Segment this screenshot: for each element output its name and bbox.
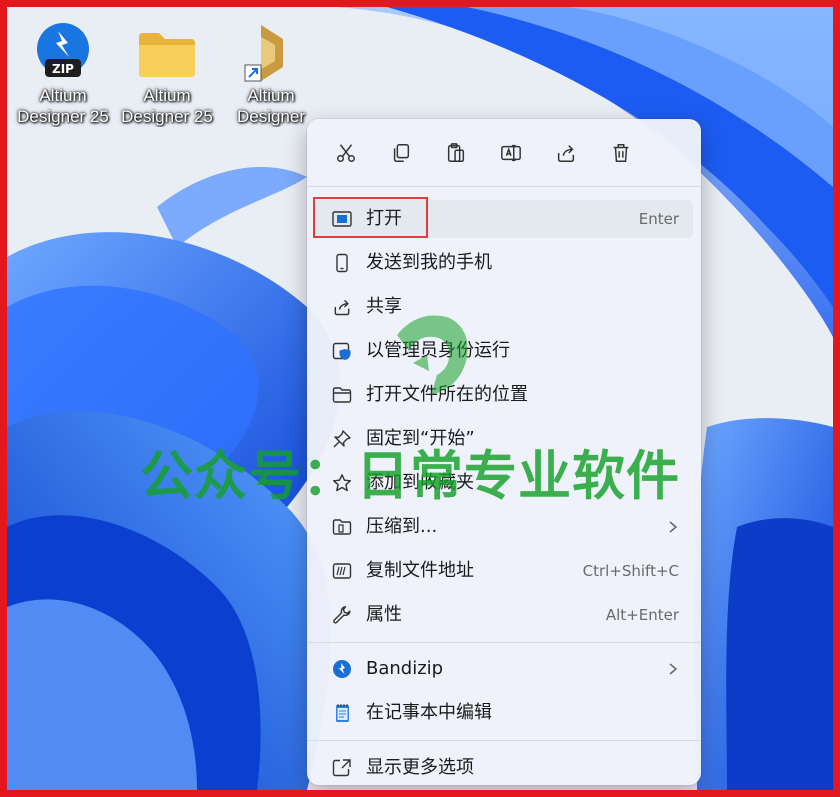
share-icon[interactable] (548, 135, 584, 171)
menu-item-label: 发送到我的手机 (366, 252, 492, 273)
desktop-icon-label: Designer 25 (121, 107, 213, 126)
desktop-icon-altium-zip[interactable]: ZIP Altium Designer 25 (11, 21, 115, 127)
menu-item-label: 显示更多选项 (366, 757, 474, 778)
menu-item-label: 在记事本中编辑 (366, 702, 492, 723)
menu-item-copy-as-path[interactable]: 复制文件地址 Ctrl+Shift+C (315, 552, 693, 590)
menu-divider (307, 642, 701, 643)
rename-icon[interactable] (493, 135, 529, 171)
menu-item-shortcut: Enter (638, 210, 679, 228)
desktop-icon-altium-folder[interactable]: Altium Designer 25 (115, 21, 219, 127)
desktop-icon-altium-shortcut[interactable]: Altium Designer (219, 21, 323, 127)
folder-outline-icon (331, 384, 353, 406)
altium-logo-icon (239, 21, 303, 85)
menu-divider (307, 740, 701, 741)
share-icon (331, 296, 353, 318)
menu-item-show-more-options[interactable]: 显示更多选项 (315, 749, 693, 787)
menu-item-shortcut: Alt+Enter (605, 606, 679, 624)
delete-icon[interactable] (603, 135, 639, 171)
phone-icon (331, 252, 353, 274)
wrench-icon (331, 604, 353, 626)
toolbar-divider (307, 186, 701, 187)
menu-item-label: 复制文件地址 (366, 560, 474, 581)
copy-icon[interactable] (383, 135, 419, 171)
watermark-text: 公众号：日常专业软件 (140, 446, 680, 507)
paste-icon[interactable] (438, 135, 474, 171)
watermark-logo-icon (397, 315, 468, 395)
menu-item-open-file-location[interactable]: 打开文件所在的位置 (315, 376, 693, 414)
menu-item-send-to-phone[interactable]: 发送到我的手机 (315, 244, 693, 282)
menu-item-label: Bandizip (366, 658, 444, 679)
menu-item-share[interactable]: 共享 (315, 288, 693, 326)
context-menu-toolbar (307, 119, 701, 181)
notepad-icon (331, 702, 353, 724)
folder-icon (135, 21, 199, 85)
menu-item-bandizip[interactable]: Bandizip (315, 650, 693, 688)
zip-archive-icon: ZIP (31, 21, 95, 85)
menu-item-shortcut: Ctrl+Shift+C (582, 562, 679, 580)
desktop-icon-label: Altium (143, 86, 191, 105)
zip-folder-icon (331, 516, 353, 538)
menu-item-label: 压缩到... (366, 516, 438, 537)
chevron-right-icon (669, 663, 678, 675)
copy-path-icon (331, 560, 353, 582)
more-options-icon (331, 757, 353, 779)
menu-item-edit-in-notepad[interactable]: 在记事本中编辑 (315, 694, 693, 732)
menu-item-compress-to[interactable]: 压缩到... (315, 508, 693, 546)
desktop-icon-label: Altium (39, 86, 87, 105)
cut-icon[interactable] (328, 135, 364, 171)
annotation-highlight-box (313, 197, 428, 238)
desktop-icon-label: Designer 25 (17, 107, 109, 126)
menu-item-properties[interactable]: 属性 Alt+Enter (315, 596, 693, 634)
svg-text:ZIP: ZIP (52, 62, 74, 76)
chevron-right-icon (669, 521, 678, 533)
bandizip-icon (331, 658, 353, 680)
menu-item-run-as-admin[interactable]: 以管理员身份运行 (315, 332, 693, 370)
desktop-icon-label: Altium (247, 86, 295, 105)
admin-shield-icon (331, 340, 353, 362)
menu-item-label: 属性 (366, 604, 402, 625)
screenshot-frame: ZIP Altium Designer 25 Altium Designer 2… (0, 0, 840, 797)
